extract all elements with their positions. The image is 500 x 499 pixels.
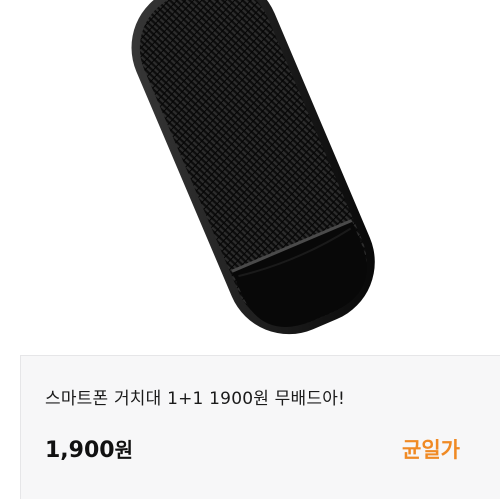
product-info-card[interactable]: 스마트폰 거치대 1+1 1900원 무배드아! 1,900원 균일가 bbox=[20, 355, 500, 499]
anti-slip-pad-image bbox=[131, 0, 375, 335]
product-image[interactable] bbox=[0, 0, 500, 355]
price-amount: 1,900 bbox=[45, 438, 115, 463]
product-price: 1,900원 bbox=[45, 434, 133, 463]
uniform-price-badge: 균일가 bbox=[402, 438, 460, 462]
price-unit: 원 bbox=[114, 438, 133, 462]
product-title[interactable]: 스마트폰 거치대 1+1 1900원 무배드아! bbox=[45, 384, 345, 409]
